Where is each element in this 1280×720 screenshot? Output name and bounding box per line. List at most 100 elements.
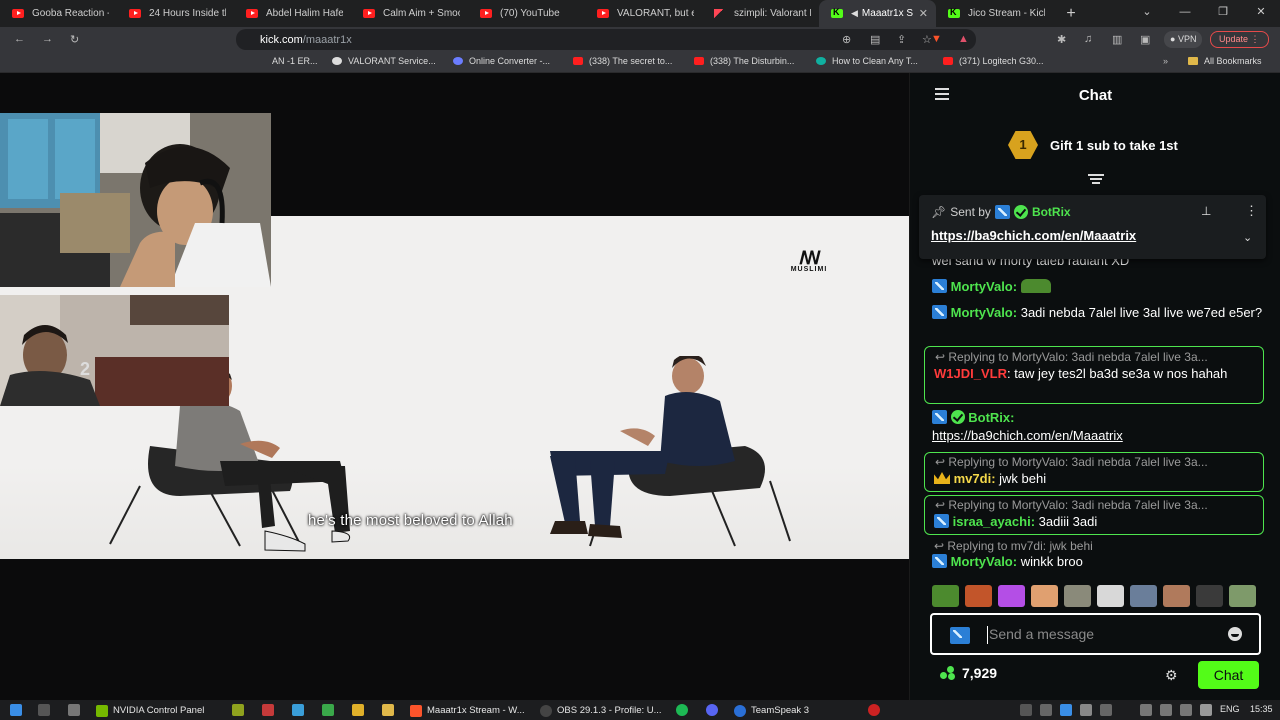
chat-link[interactable]: https://ba9chich.com/en/Maaatrix <box>932 428 1123 443</box>
speaker-icon[interactable]: ◀ <box>851 8 858 19</box>
youtube-icon <box>129 9 141 18</box>
tray-icon[interactable] <box>1040 704 1052 716</box>
chevron-down-icon[interactable]: ⌄ <box>1243 231 1252 244</box>
pinned-link[interactable]: https://ba9chich.com/en/Maaatrix <box>931 228 1136 243</box>
tray-icon[interactable] <box>1080 704 1092 716</box>
speaker-app-icon[interactable] <box>68 704 80 716</box>
emote-icon[interactable] <box>932 585 959 607</box>
reload-icon[interactable]: ↻ <box>70 33 79 46</box>
tray-icon[interactable] <box>1060 704 1072 716</box>
emote-icon[interactable] <box>1130 585 1157 607</box>
sidebar-icon[interactable]: ▥ <box>1112 33 1122 46</box>
chrome-icon[interactable] <box>322 704 334 716</box>
taskbar-item[interactable]: Maaatr1x Stream - W... <box>410 703 525 718</box>
chat-send-button[interactable]: Chat <box>1198 661 1259 689</box>
browser-tab-active[interactable]: ◀Maaatr1x S✕ <box>819 0 936 27</box>
tray-icon[interactable] <box>1100 704 1112 716</box>
kick-icon <box>948 7 960 18</box>
channel-points[interactable]: 7,929 <box>940 665 997 681</box>
browser-tab[interactable]: Gooba Reaction - <box>0 0 117 27</box>
close-tab-icon[interactable]: ✕ <box>919 7 928 20</box>
start-icon[interactable] <box>10 704 22 716</box>
unpin-icon[interactable]: ⊥ <box>1201 204 1211 218</box>
taskbar-item[interactable]: OBS 29.1.3 - Profile: U... <box>540 703 662 718</box>
app-icon[interactable] <box>262 704 274 716</box>
tab-search-icon[interactable]: ⌄ <box>1128 0 1166 27</box>
wallet-icon[interactable]: ▣ <box>1140 33 1150 46</box>
minimize-icon[interactable]: — <box>1166 0 1204 27</box>
maximize-icon[interactable]: ❐ <box>1204 0 1242 27</box>
kick-icon <box>831 7 843 18</box>
gift-sub-text: Gift 1 sub to take 1st <box>1050 138 1178 153</box>
extensions-icon[interactable]: ✱ <box>1057 33 1066 46</box>
update-button[interactable]: Update ⋮ <box>1210 31 1269 48</box>
emoji-picker-icon[interactable] <box>1228 627 1242 641</box>
more-options-icon[interactable]: ⋮ <box>1245 203 1258 219</box>
bookmark-item[interactable]: How to Clean Any T... <box>816 56 918 66</box>
bookmark-item[interactable]: AN -1 ER... <box>272 56 318 66</box>
taskbar-clock[interactable]: 15:35 <box>1250 704 1273 714</box>
bookmark-item[interactable]: Online Converter -... <box>453 56 550 66</box>
tray-icon[interactable] <box>1140 704 1152 716</box>
app-icon[interactable] <box>292 704 304 716</box>
bookmarks-overflow-icon[interactable]: » <box>1163 56 1168 66</box>
brave-shield-icon[interactable]: ▼ <box>931 33 942 45</box>
gift-sub-banner[interactable]: 1 Gift 1 sub to take 1st <box>910 125 1280 165</box>
new-tab-button[interactable]: + <box>1059 5 1083 23</box>
chat-message-input[interactable]: Send a message <box>930 613 1261 655</box>
tray-icon[interactable] <box>1020 704 1032 716</box>
zoom-icon[interactable]: ⊕ <box>842 33 851 46</box>
emote-icon[interactable] <box>1064 585 1091 607</box>
spotify-icon[interactable] <box>676 704 688 716</box>
stream-player[interactable]: ꟿ MUSLIMI he's the most beloved to Allah… <box>0 73 909 700</box>
vpn-button[interactable]: ● VPN <box>1164 31 1203 48</box>
network-icon[interactable] <box>1180 704 1192 716</box>
chat-settings-icon[interactable]: ⚙ <box>1165 667 1178 684</box>
chrome-icon[interactable] <box>352 704 364 716</box>
browser-tab[interactable]: 24 Hours Inside th <box>117 0 234 27</box>
network-icon[interactable] <box>1160 704 1172 716</box>
all-bookmarks[interactable]: All Bookmarks <box>1188 56 1262 66</box>
folder-icon[interactable] <box>382 704 394 716</box>
close-window-icon[interactable]: ✕ <box>1242 0 1280 27</box>
emote-icon[interactable] <box>965 585 992 607</box>
emote-icon[interactable] <box>998 585 1025 607</box>
task-view-icon[interactable] <box>38 704 50 716</box>
browser-tab[interactable]: Calm Aim + Smoo <box>351 0 468 27</box>
emote-icon[interactable] <box>1163 585 1190 607</box>
reader-icon[interactable]: ▤ <box>870 33 880 46</box>
taskbar-item[interactable]: TeamSpeak 3 <box>734 703 809 718</box>
bookmark-item[interactable]: (338) The Disturbin... <box>694 56 794 66</box>
taskbar-item[interactable]: NVIDIA Control Panel <box>96 703 204 718</box>
back-icon[interactable]: ← <box>14 33 25 45</box>
video-subtitle: he's the most beloved to Allah <box>308 512 513 529</box>
browser-tab[interactable]: VALORANT, but ev <box>585 0 702 27</box>
youtube-icon <box>573 57 583 65</box>
media-icon[interactable]: ♫ <box>1084 33 1092 45</box>
emote-icon[interactable] <box>1196 585 1223 607</box>
kick-badge-icon <box>994 205 1010 219</box>
bookmark-item[interactable]: VALORANT Service... <box>332 56 436 66</box>
language-indicator[interactable]: ENG <box>1220 704 1240 714</box>
svg-text:2: 2 <box>80 359 90 379</box>
app-icon[interactable] <box>232 704 244 716</box>
bookmark-item[interactable]: (371) Logitech G30... <box>943 56 1044 66</box>
app-icon[interactable] <box>868 704 880 716</box>
browser-tab[interactable]: Abdel Halim Hafez <box>234 0 351 27</box>
bookmark-item[interactable]: (338) The secret to... <box>573 56 672 66</box>
emote-icon[interactable] <box>1229 585 1256 607</box>
filter-icon[interactable] <box>1088 174 1104 186</box>
volume-icon[interactable] <box>1200 704 1212 716</box>
url-field[interactable]: kick.com/maaatr1x <box>236 29 976 50</box>
address-bar: ← → ↻ kick.com/maaatr1x ⊕ ▤ ⇪ ☆ ▼ ▲ ✱ ♫ … <box>0 27 1280 52</box>
brave-rewards-icon[interactable]: ▲ <box>958 33 969 45</box>
share-icon[interactable]: ⇪ <box>897 33 906 46</box>
discord-icon[interactable] <box>706 704 718 716</box>
emote-icon[interactable] <box>1097 585 1124 607</box>
emote-icon[interactable] <box>1031 585 1058 607</box>
forward-icon[interactable]: → <box>42 33 53 45</box>
browser-tab[interactable]: Jico Stream - Kick <box>936 0 1053 27</box>
pinned-message[interactable]: 📌︎ Sent by BotRix https://ba9chich.com/e… <box>919 195 1266 259</box>
browser-tab[interactable]: (70) YouTube <box>468 0 585 27</box>
browser-tab[interactable]: szimpli: Valorant P <box>702 0 819 27</box>
